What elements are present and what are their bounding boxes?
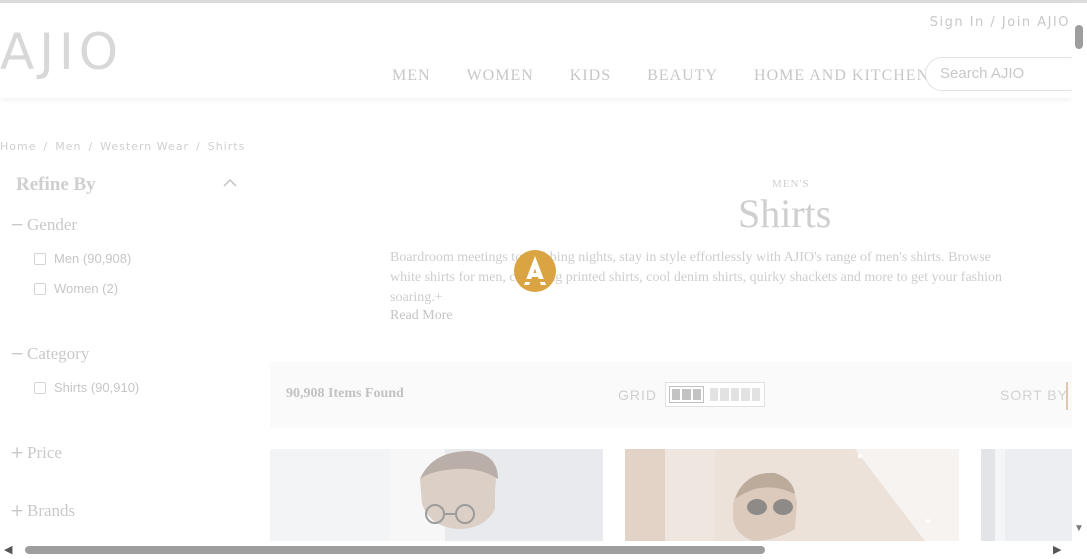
- main-nav: MEN WOMEN KIDS BEAUTY HOME AND KITCHEN: [392, 67, 965, 85]
- expand-icon: +: [10, 501, 25, 521]
- category-kicker: MEN'S: [772, 178, 810, 190]
- nav-women[interactable]: WOMEN: [467, 67, 534, 85]
- filter-option-label: Women (2): [54, 281, 119, 296]
- filter-option-shirts[interactable]: Shirts (90,910): [34, 380, 139, 395]
- breadcrumb-shirts: Shirts: [207, 140, 246, 153]
- breadcrumb-men[interactable]: Men: [55, 140, 81, 153]
- chevron-up-icon[interactable]: [223, 176, 237, 190]
- product-image[interactable]: [981, 449, 1072, 541]
- collapse-icon: −: [10, 344, 25, 364]
- facet-price[interactable]: + Price: [10, 443, 62, 463]
- nav-home-and-kitchen[interactable]: HOME AND KITCHEN: [754, 67, 929, 85]
- filter-option-women[interactable]: Women (2): [34, 281, 118, 296]
- description-line: soaring.+: [390, 290, 443, 305]
- grid-3-icon[interactable]: [669, 386, 704, 403]
- facet-category[interactable]: − Category: [10, 344, 89, 364]
- scroll-left-icon[interactable]: ◀: [4, 543, 12, 556]
- facet-category-label: Category: [27, 344, 90, 363]
- vertical-scrollbar[interactable]: ▼: [1072, 3, 1087, 541]
- product-image[interactable]: [625, 449, 959, 541]
- checkbox[interactable]: [34, 282, 46, 295]
- facet-brands[interactable]: + Brands: [10, 501, 75, 521]
- facet-price-label: Price: [27, 443, 62, 462]
- page-title: Shirts: [738, 191, 832, 236]
- breadcrumb-western-wear[interactable]: Western Wear: [100, 140, 189, 153]
- collapse-icon: −: [10, 215, 25, 235]
- search-input[interactable]: Search AJIO: [925, 57, 1085, 91]
- checkbox[interactable]: [34, 252, 46, 265]
- filter-option-label: Men (90,908): [54, 251, 132, 266]
- breadcrumb-home[interactable]: Home: [0, 140, 36, 153]
- sign-in-link[interactable]: Sign In / Join AJIO: [930, 15, 1070, 30]
- product-listing: MEN'S Shirts Boardroom meetings to clubb…: [270, 100, 1072, 541]
- grid-label: GRID: [618, 387, 657, 403]
- expand-icon: +: [10, 443, 25, 463]
- items-found-count: 90,908 Items Found: [286, 386, 404, 401]
- listing-toolbar: 90,908 Items Found GRID SORT BY: [270, 362, 1072, 428]
- filter-option-label: Shirts (90,910): [54, 380, 140, 395]
- horizontal-scrollbar[interactable]: ◀ ▶: [0, 541, 1087, 559]
- sort-by-label: SORT BY: [1000, 387, 1068, 403]
- nav-men[interactable]: MEN: [392, 67, 431, 85]
- ajio-logo[interactable]: AJIO: [0, 23, 123, 81]
- horizontal-scrollbar-thumb[interactable]: [25, 546, 765, 554]
- ajio-loader-icon: [514, 250, 556, 292]
- product-image[interactable]: [270, 449, 603, 541]
- product-card[interactable]: [270, 449, 603, 541]
- filter-option-men[interactable]: Men (90,908): [34, 251, 131, 266]
- product-card[interactable]: [625, 449, 959, 541]
- facet-brands-label: Brands: [27, 501, 76, 520]
- nav-kids[interactable]: KIDS: [570, 67, 611, 85]
- site-header: AJIO Sign In / Join AJIO MEN WOMEN KIDS …: [0, 3, 1085, 98]
- facet-gender-label: Gender: [27, 215, 78, 234]
- description-line: white shirts for men, charming printed s…: [390, 270, 1002, 285]
- nav-beauty[interactable]: BEAUTY: [647, 67, 718, 85]
- checkbox[interactable]: [34, 381, 46, 394]
- scroll-down-icon[interactable]: ▼: [1074, 523, 1084, 534]
- scroll-right-icon[interactable]: ▶: [1053, 543, 1061, 556]
- product-card[interactable]: [981, 449, 1072, 541]
- vertical-scrollbar-thumb[interactable]: [1075, 25, 1083, 49]
- description-line: Boardroom meetings to clubbing nights, s…: [390, 250, 991, 265]
- refine-by-title: Refine By: [16, 174, 96, 195]
- category-description: Boardroom meetings to clubbing nights, s…: [390, 248, 1080, 308]
- grid-toggle: [665, 382, 765, 407]
- read-more-link[interactable]: Read More: [390, 308, 453, 324]
- facet-gender[interactable]: − Gender: [10, 215, 77, 235]
- breadcrumb: Home / Men / Western Wear / Shirts: [0, 140, 246, 153]
- grid-5-icon[interactable]: [708, 386, 762, 403]
